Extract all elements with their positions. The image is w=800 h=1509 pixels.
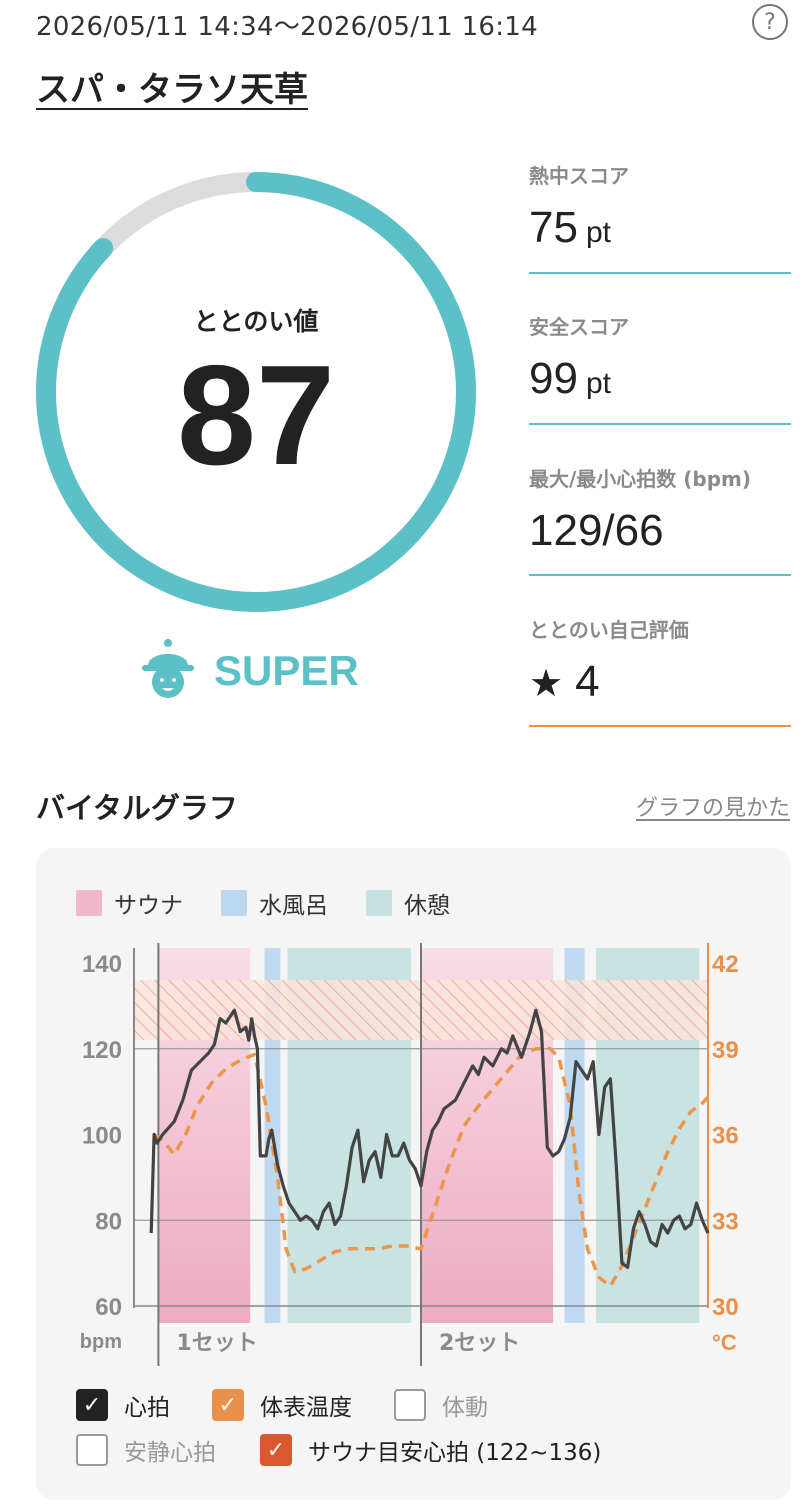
checkbox-label: 心拍 (124, 1395, 170, 1421)
checkbox-label: 安静心拍 (124, 1440, 216, 1466)
vital-chart-card: サウナ 水風呂 休憩 140 120 100 80 60 42 39 36 33 30 bpm °C 1… (36, 848, 791, 1500)
checkbox-body-motion[interactable]: 体動 (394, 1388, 488, 1422)
checkbox-sauna-target-hr[interactable]: ✓ サウナ目安心拍 (122~136) (260, 1433, 601, 1467)
divider (529, 574, 791, 576)
datetime-range: 2026/05/11 14:34～2026/05/11 16:14 (36, 12, 538, 42)
checkbox-unchecked-icon (394, 1389, 426, 1421)
sauna-hat-mascot-icon (140, 638, 196, 704)
metric-value: 129/66 (529, 506, 664, 555)
metric-safety-score: 安全スコア 99 pt (529, 311, 791, 426)
left-tick-label: 60 (95, 1294, 122, 1321)
metric-label: 安全スコア (529, 315, 629, 339)
divider (529, 272, 791, 274)
checkbox-skin-temp[interactable]: ✓ 体表温度 (212, 1388, 352, 1422)
metric-label: 熱中スコア (529, 164, 629, 188)
left-tick-label: 140 (82, 951, 122, 978)
metric-unit: pt (585, 367, 611, 400)
metric-self-rating[interactable]: ととのい自己評価 ★ 4 (529, 614, 791, 729)
right-tick-label: 36 (712, 1123, 739, 1150)
left-axis-unit: bpm (80, 1331, 122, 1353)
checkbox-checked-icon: ✓ (76, 1389, 108, 1421)
vital-chart: 140 120 100 80 60 42 39 36 33 30 bpm °C 1セット 2セット (80, 943, 739, 1366)
graph-howto-link[interactable]: グラフの見かた (636, 790, 790, 822)
left-tick-label: 80 (95, 1208, 122, 1235)
metric-label: 最大/最小心拍数 (bpm) (529, 467, 752, 491)
checkbox-resting-hr[interactable]: 安静心拍 (76, 1433, 216, 1467)
facility-name-link[interactable]: スパ・タラソ天草 (36, 62, 308, 111)
checkbox-unchecked-icon (76, 1434, 108, 1466)
right-tick-label: 33 (712, 1208, 739, 1235)
right-tick-label: 42 (712, 951, 739, 978)
checkbox-label: サウナ目安心拍 (122~136) (308, 1440, 602, 1466)
x-label-set-1: 1セット (176, 1331, 257, 1356)
score-value: 87 (177, 336, 335, 495)
checkbox-label: 体動 (442, 1395, 488, 1421)
divider (529, 725, 791, 727)
left-tick-label: 120 (82, 1037, 122, 1064)
metric-heart-rate: 最大/最小心拍数 (bpm) 129/66 (529, 463, 791, 578)
right-tick-label: 30 (712, 1294, 739, 1321)
metric-unit: pt (585, 216, 611, 249)
checkbox-checked-icon: ✓ (260, 1434, 292, 1466)
x-label-set-2: 2セット (439, 1331, 520, 1356)
metric-value: 75 (529, 203, 578, 252)
star-icon: ★ (529, 663, 564, 705)
right-tick-label: 39 (712, 1037, 739, 1064)
checkbox-label: 体表温度 (260, 1395, 352, 1421)
score-ring: ととのい値 87 (34, 170, 478, 614)
divider (529, 423, 791, 425)
score-label: ととのい値 (193, 307, 319, 336)
metric-label: ととのい自己評価 (529, 618, 689, 642)
rank-label: SUPER (214, 647, 359, 694)
help-icon[interactable]: ? (752, 4, 788, 40)
checkbox-checked-icon: ✓ (212, 1389, 244, 1421)
right-axis-unit: °C (712, 1330, 737, 1355)
metric-heat-score: 熱中スコア 75 pt (529, 160, 791, 275)
metric-value: 99 (529, 354, 578, 403)
rank-badge: SUPER (140, 638, 359, 704)
left-tick-label: 100 (82, 1123, 122, 1150)
vital-graph-title: バイタルグラフ (36, 791, 238, 825)
checkbox-heart-rate[interactable]: ✓ 心拍 (76, 1388, 170, 1422)
metric-value: 4 (575, 657, 600, 706)
